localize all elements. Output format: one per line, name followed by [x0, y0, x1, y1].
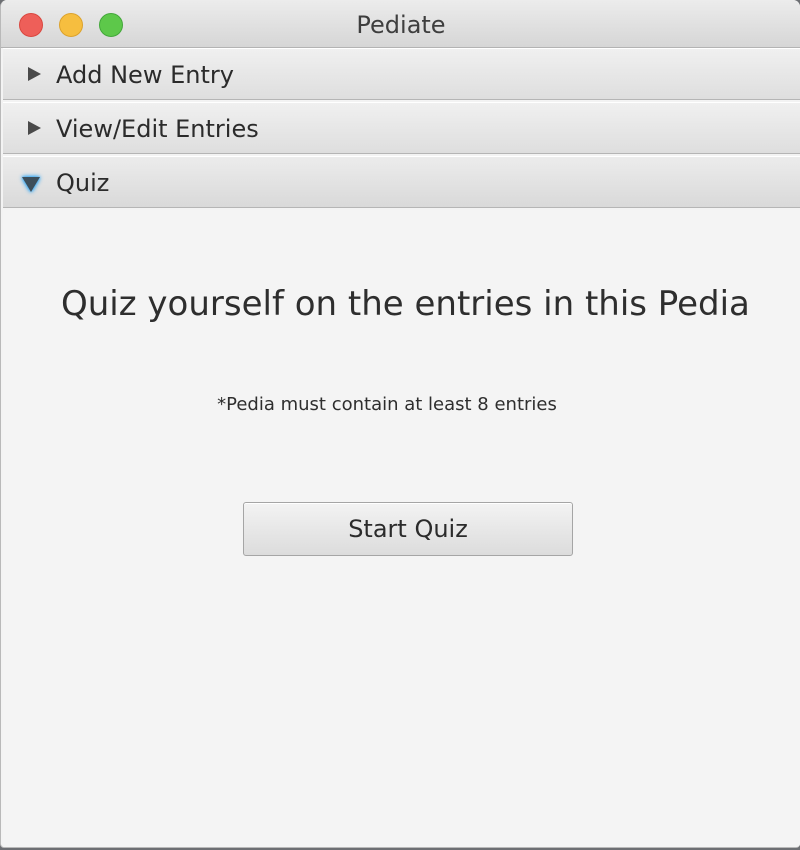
pane-header-add-new-entry[interactable]: Add New Entry [3, 48, 800, 100]
quiz-heading: Quiz yourself on the entries in this Ped… [61, 284, 750, 324]
expanded-arrow-icon [22, 177, 40, 192]
pane-label: Add New Entry [56, 61, 234, 89]
collapsed-arrow-icon [28, 121, 41, 135]
pane-label: View/Edit Entries [56, 115, 259, 143]
pane-header-view-edit-entries[interactable]: View/Edit Entries [3, 102, 800, 154]
window-title: Pediate [356, 11, 446, 39]
quiz-pane-content: Quiz yourself on the entries in this Ped… [3, 210, 800, 847]
pane-header-quiz[interactable]: Quiz [3, 156, 800, 208]
entry-requirement-note: *Pedia must contain at least 8 entries [217, 394, 557, 415]
start-quiz-button[interactable]: Start Quiz [243, 502, 573, 556]
pane-label: Quiz [56, 169, 110, 197]
title-bar[interactable]: Pediate [1, 0, 800, 48]
collapsed-arrow-icon [28, 67, 41, 81]
app-window: Pediate Add New Entry View/Edit Entries … [0, 0, 800, 848]
